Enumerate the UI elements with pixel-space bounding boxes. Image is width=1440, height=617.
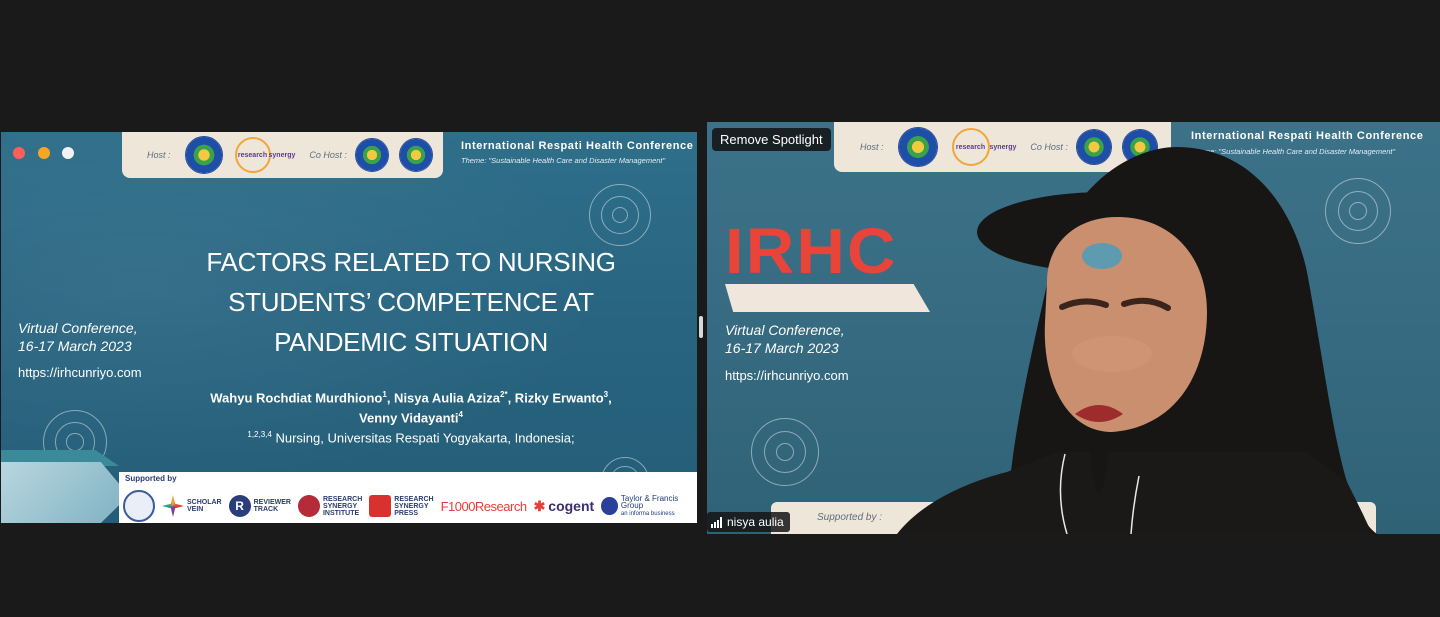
split-resize-handle[interactable]: [699, 316, 703, 338]
sponsor-research-synergy-institute: RESEARCH SYNERGY INSTITUTE: [297, 495, 362, 517]
sponsor-reviewer-track: R REVIEWER TRACK: [228, 495, 291, 517]
conference-theme: Theme: "Sustainable Health Care and Disa…: [461, 156, 666, 165]
cohost-label: Co Host :: [309, 150, 347, 160]
participant-name-tag: nisya aulia: [707, 512, 790, 532]
supported-by-label: Supported by: [125, 474, 177, 483]
cohost-seal-icon: [398, 138, 433, 172]
book-icon: [369, 495, 392, 517]
tf-icon: [601, 497, 618, 515]
sponsor-band: Supported by SCHOLAR VEIN R REVIEWER TRACK…: [119, 472, 697, 523]
decorative-ring: [589, 184, 651, 246]
institute-icon: [297, 495, 320, 517]
host-banner: Host : research synergy Co Host :: [122, 132, 443, 178]
sponsor-research-synergy-press: RESEARCH SYNERGY PRESS: [369, 495, 434, 517]
sponsor-cogent: ✱ cogent: [533, 497, 595, 514]
research-synergy-logo: research: [234, 137, 271, 173]
conference-title: International Respati Health Conference: [461, 140, 694, 152]
sponsor-seal-logo: [123, 490, 155, 522]
presentation-title: FACTORS RELATED TO NURSING STUDENTS’ COM…: [206, 247, 616, 357]
asterisk-icon: ✱: [533, 497, 546, 514]
cohost-seal-icon: [354, 138, 389, 172]
window-minimize-dot[interactable]: [38, 147, 50, 159]
university-seal-icon: [184, 136, 223, 174]
signal-strength-icon: [711, 516, 722, 528]
window-close-dot[interactable]: [13, 147, 25, 159]
spotlight-video-panel: Host : research synergy Co Host : Intern…: [707, 122, 1440, 534]
author-affiliation: 1,2,3,4 Nursing, Universitas Respati Yog…: [247, 430, 575, 446]
virtual-conference-info: Virtual Conference, 16-17 March 2023: [18, 320, 138, 354]
window-maximize-dot[interactable]: [62, 147, 74, 159]
author-list: Wahyu Rochdiat Murdhiono1, Nisya Aulia A…: [210, 390, 612, 426]
star-icon: [162, 495, 184, 517]
participant-name: nisya aulia: [727, 515, 784, 529]
r-badge-icon: R: [228, 495, 251, 517]
sponsor-logos: SCHOLAR VEIN R REVIEWER TRACK RESEARCH SYNE…: [123, 490, 697, 522]
seal-icon: [123, 490, 155, 522]
sponsor-scholar-vein: SCHOLAR VEIN: [162, 495, 222, 517]
sponsor-f1000research: F1000Research: [440, 498, 528, 514]
host-label: Host :: [147, 150, 171, 160]
sponsor-taylor-francis: Taylor & Francis Group an informa busines…: [601, 494, 697, 518]
remove-spotlight-button[interactable]: Remove Spotlight: [712, 128, 831, 151]
shared-slide-panel: Host : research synergy Co Host : Intern…: [1, 132, 697, 523]
synergy-text: synergy: [268, 151, 296, 159]
conference-url: https://irhcunriyo.com: [18, 365, 142, 380]
participant-video: [897, 147, 1377, 534]
